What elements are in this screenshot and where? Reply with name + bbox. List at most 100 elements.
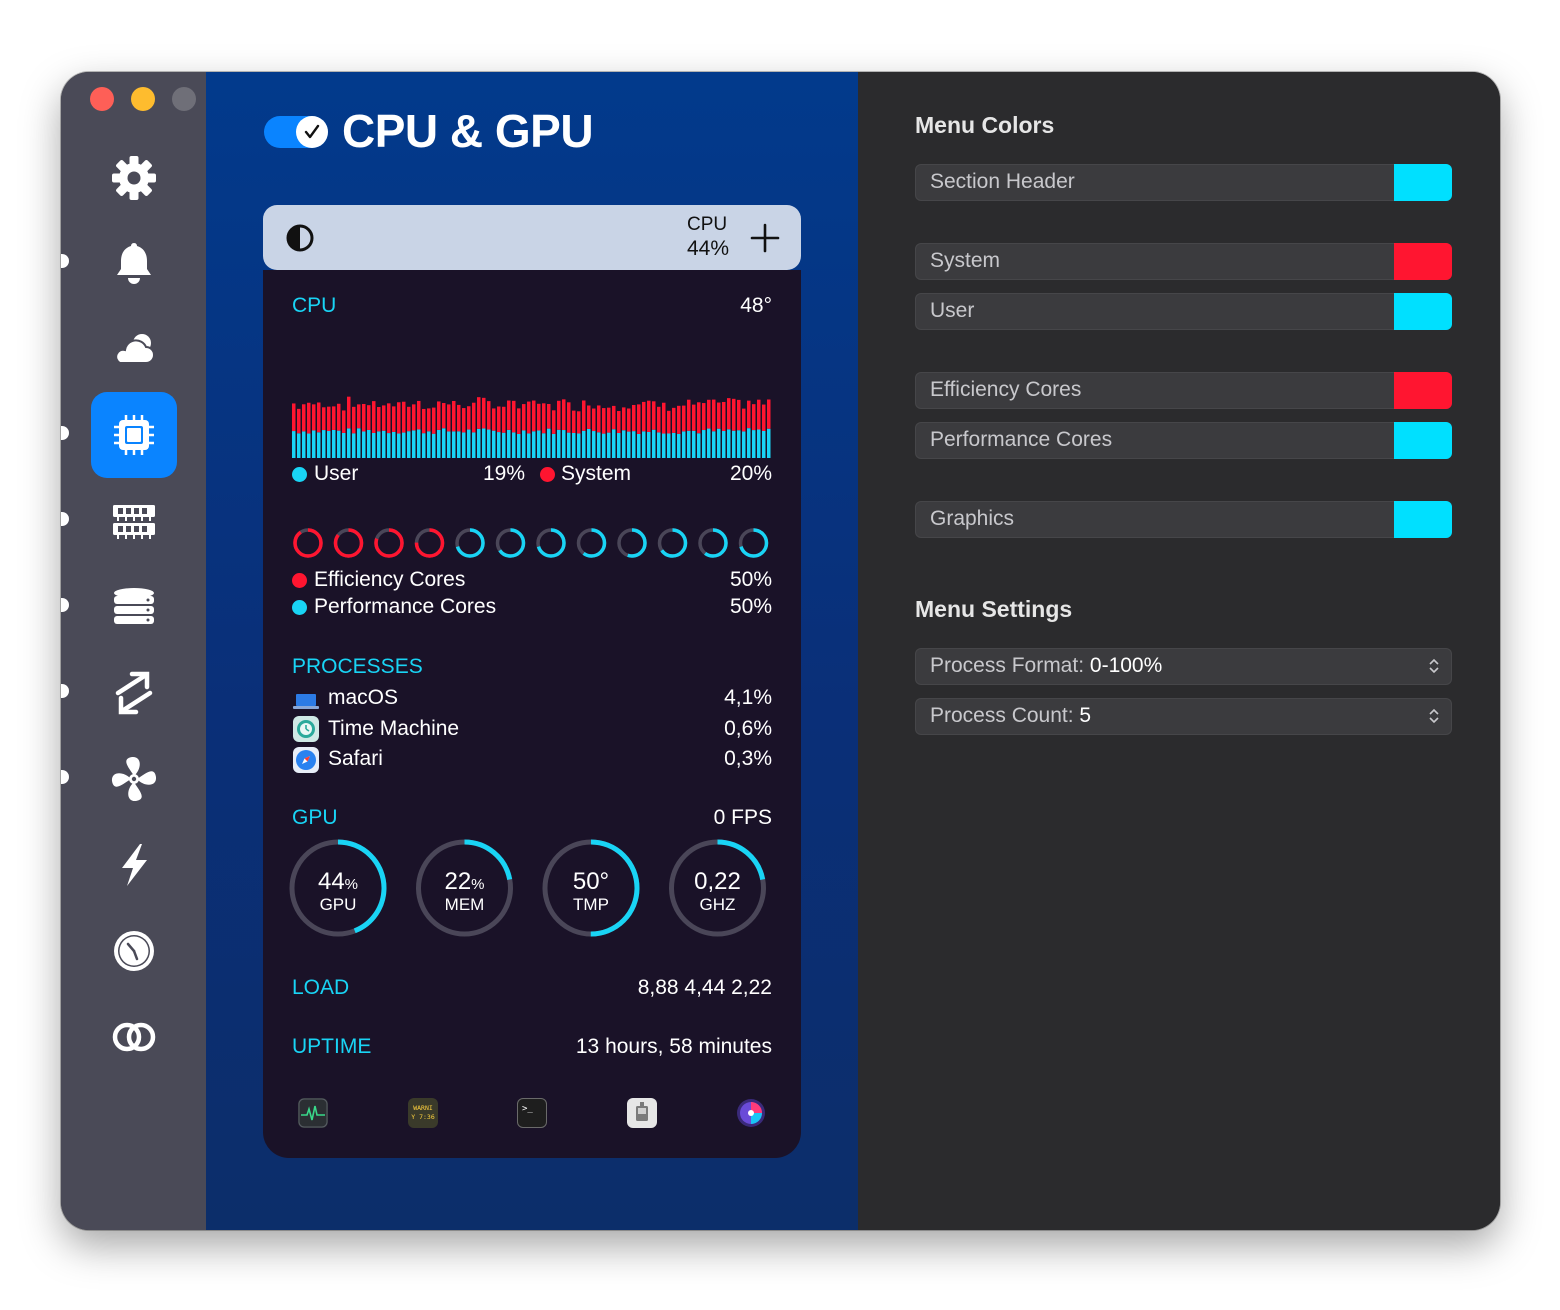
efficiency-legend-dot [292,573,307,588]
uptime-value: 13 hours, 58 minutes [575,1035,772,1058]
color-row-label: Graphics [930,507,1015,530]
sidebar-item-network[interactable] [91,650,177,736]
cpu-history-system-bar [707,399,711,429]
zoom-window-button[interactable] [172,87,196,111]
load-title: LOAD [292,976,350,999]
disk-utility-icon[interactable] [736,1098,766,1128]
sidebar-item-cpu-gpu[interactable] [91,392,177,478]
cpu-history-user-bar [517,433,521,458]
gpu-gauge-label: GPU [320,895,357,914]
cpu-history-system-bar [767,399,771,429]
color-swatch[interactable] [1394,293,1452,330]
cpu-history-user-bar [532,431,536,458]
cpu-history-user-bar [462,432,466,458]
cpu-history-user-bar [412,430,416,458]
cpu-history-system-bar [562,399,566,431]
contrast-icon[interactable] [285,223,315,253]
sidebar-item-general[interactable] [91,135,177,221]
cpu-history-system-bar [682,405,686,432]
bell-icon [117,243,151,284]
cpu-history-user-bar [502,432,506,458]
color-swatch[interactable] [1394,243,1452,280]
cpu-history-system-bar [582,400,586,431]
color-row-system[interactable]: System [915,243,1452,280]
cpu-history-system-bar [357,404,361,429]
clock-icon [114,931,154,971]
cpu-history-user-bar [702,430,706,458]
system-info-icon[interactable] [627,1098,657,1128]
sidebar-item-weather[interactable] [91,306,177,392]
cpu-history-user-bar [587,428,591,458]
cpu-history-system-bar [687,399,691,431]
color-row-user[interactable]: User [915,293,1452,330]
cpu-history-user-bar [487,429,491,458]
plus-icon[interactable] [749,222,781,254]
color-row-graphics[interactable]: Graphics [915,501,1452,538]
cpu-history-user-bar [627,431,631,458]
cpu-history-system-bar [632,404,636,432]
cpu-history-system-bar [372,401,376,433]
cpu-history-system-bar [477,397,481,429]
user-value: 19% [483,462,526,485]
cpu-history-user-bar [572,432,576,458]
fan-icon [111,756,157,802]
menu-colors-title: Menu Colors [915,112,1055,138]
cpu-history-system-bar [607,407,611,433]
color-swatch[interactable] [1394,422,1452,459]
toggle-knob [296,116,328,148]
sidebar-item-sensors[interactable] [91,736,177,822]
cpu-history-user-bar [597,432,601,458]
cpu-history-system-bar [447,404,451,432]
cpu-history-user-bar [457,431,461,458]
cpu-history-system-bar [547,403,551,429]
cpu-history-system-bar [422,408,426,434]
cpu-history-user-bar [377,431,381,458]
close-window-button[interactable] [90,87,114,111]
bolt-icon [122,844,147,886]
cpu-history-system-bar [732,398,736,431]
cpu-history-system-bar [497,406,501,433]
cpu-history-system-bar [297,408,301,434]
cpu-history-user-bar [492,430,496,458]
cpu-history-user-bar [667,433,671,458]
cpu-history-user-bar [662,433,666,458]
cpu-history-user-bar [752,430,756,458]
minimize-window-button[interactable] [131,87,155,111]
color-row-performance-cores[interactable]: Performance Cores [915,422,1452,459]
cpu-history-user-bar [407,431,411,458]
sidebar-item-battery[interactable] [91,822,177,908]
terminal-icon[interactable]: >_ [517,1098,547,1128]
color-row-label: Efficiency Cores [930,378,1082,401]
cpu-history-system-bar [527,401,531,434]
select-label: Process Format: 0-100% [930,654,1162,678]
cpu-history-system-bar [692,404,696,431]
sidebar-item-notifications[interactable] [91,220,177,306]
cpu-history-system-bar [602,408,606,434]
activity-monitor-icon[interactable] [298,1098,328,1128]
color-row-efficiency-cores[interactable]: Efficiency Cores [915,372,1452,409]
sidebar-item-disk[interactable] [91,564,177,650]
gear-icon [112,156,156,200]
process-count-select[interactable]: Process Count: 5 [915,698,1452,735]
core-rings [293,528,769,558]
cloud-icon [115,334,155,364]
color-swatch[interactable] [1394,164,1452,201]
cpu-history-system-bar [342,410,346,433]
network-icon [115,671,153,715]
color-row-section-header[interactable]: Section Header [915,164,1452,201]
cpu-history-system-bar [642,401,646,432]
sidebar-item-time[interactable] [91,908,177,994]
cpu-history-user-bar [762,430,766,458]
console-icon[interactable]: WARNI Y 7:36 [408,1098,438,1128]
sidebar-item-link[interactable] [91,994,177,1080]
cpu-history-user-bar [677,433,681,458]
process-format-value: 0-100% [1089,654,1163,677]
sidebar-item-memory[interactable] [91,478,177,564]
color-swatch[interactable] [1394,501,1452,538]
color-swatch[interactable] [1394,372,1452,409]
process-format-select[interactable]: Process Format: 0-100% [915,648,1452,685]
cpu-history-user-bar [652,429,656,458]
cpu-history-user-bar [322,430,326,458]
cpu-history-user-bar [632,431,636,458]
module-enable-toggle[interactable] [264,116,328,148]
